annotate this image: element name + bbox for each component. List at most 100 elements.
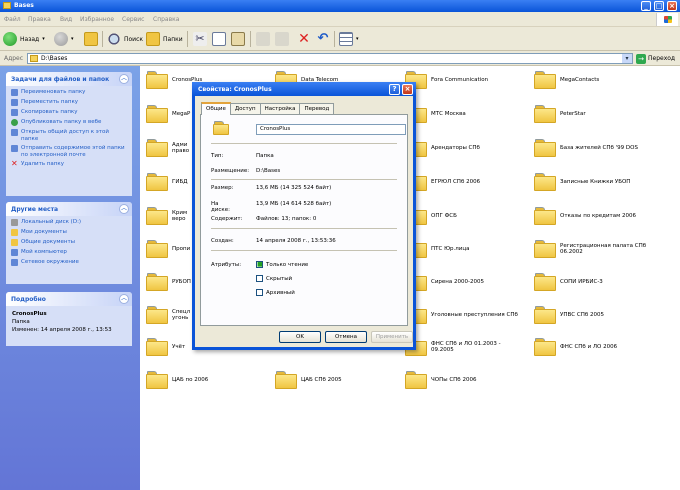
folder-icon <box>146 338 168 356</box>
menu-edit[interactable]: Правка <box>28 16 51 23</box>
folder-item[interactable]: Сирена 2000-2005 <box>405 273 484 291</box>
menu-tools[interactable]: Сервис <box>122 16 144 23</box>
place-local-disk[interactable]: Локальный диск (D:) <box>11 219 127 226</box>
forward-arrow-icon <box>54 32 68 46</box>
menu-view[interactable]: Вид <box>60 16 72 23</box>
forward-button[interactable]: ▾ <box>54 30 74 48</box>
task-publish-web[interactable]: Опубликовать папку в вебе <box>11 119 127 126</box>
menu-help[interactable]: Справка <box>153 16 179 23</box>
readonly-checkbox[interactable]: ■ Только чтение <box>256 261 308 268</box>
network-icon <box>11 259 18 266</box>
folder-name-input[interactable]: CronosPlus <box>256 124 406 135</box>
details-title: Подробно <box>11 296 46 303</box>
details-header[interactable]: Подробно ︿ <box>6 292 132 306</box>
copy-button[interactable] <box>212 30 226 48</box>
task-rename-folder[interactable]: Переименовать папку <box>11 89 127 96</box>
close-button[interactable]: × <box>667 1 677 11</box>
minimize-button[interactable]: _ <box>641 1 651 11</box>
folder-item[interactable]: Fora Communication <box>405 71 488 89</box>
folder-item[interactable]: Отказы по кредитам 2006 <box>534 207 636 225</box>
maximize-button[interactable]: □ <box>654 1 664 11</box>
address-bar: Адрес D:\Bases ▾ → Переход <box>0 51 680 66</box>
folder-item[interactable]: СОПИ ИРБИС-3 <box>534 273 603 291</box>
other-places-header[interactable]: Другие места ︿ <box>6 202 132 216</box>
hidden-checkbox[interactable]: Скрытый <box>256 275 292 282</box>
folder-item[interactable]: База жителей СПб '99 DOS <box>534 139 638 157</box>
ok-button[interactable]: OK <box>279 331 321 343</box>
toolbar: Назад ▾ ▾ Поиск Папки ✂ ✕ ↶ ▾ <box>0 27 680 51</box>
move-to-button[interactable] <box>256 30 270 48</box>
created-label: Создан: <box>211 238 234 244</box>
delete-x-icon: ✕ <box>11 159 18 168</box>
task-pane: Задачи для файлов и папок ︿ Переименоват… <box>0 66 140 490</box>
go-button[interactable]: → Переход <box>636 53 675 64</box>
folder-item[interactable]: ЦАБ по 2006 <box>146 371 208 389</box>
folder-item[interactable]: MegaP <box>146 105 190 123</box>
folder-item[interactable]: ФНС СПб и ЛО 01.2003 - 09.2005 <box>405 338 501 356</box>
folder-icon <box>534 240 556 258</box>
move-icon <box>11 99 18 106</box>
folder-item[interactable]: Спецл угонь <box>146 306 190 324</box>
folders-button[interactable]: Папки <box>146 30 183 48</box>
address-input[interactable]: D:\Bases ▾ <box>27 53 633 64</box>
cut-button[interactable]: ✂ <box>193 30 207 48</box>
cancel-button[interactable]: Отмена <box>325 331 367 343</box>
collapse-icon[interactable]: ︿ <box>119 204 129 214</box>
folder-item[interactable]: MegaContacts <box>534 71 599 89</box>
menu-file[interactable]: Файл <box>4 16 21 23</box>
task-share-folder[interactable]: Открыть общий доступ к этой папке <box>11 129 127 142</box>
search-label: Поиск <box>124 35 144 43</box>
folder-icon <box>534 273 556 291</box>
folder-icon <box>146 273 168 291</box>
folder-item[interactable]: ЧОПы СПб 2006 <box>405 371 476 389</box>
delete-button[interactable]: ✕ <box>297 30 311 48</box>
file-tasks-header[interactable]: Задачи для файлов и папок ︿ <box>6 72 132 86</box>
folder-item[interactable]: ЕГРЮЛ СПб 2006 <box>405 173 480 191</box>
chevron-down-icon[interactable]: ▾ <box>622 54 632 63</box>
folder-item[interactable]: PeterStar <box>534 105 586 123</box>
attributes-label: Атрибуты: <box>211 262 242 268</box>
folder-icon <box>146 71 168 89</box>
place-shared-documents[interactable]: Общие документы <box>11 239 127 246</box>
help-button[interactable]: ? <box>389 84 400 95</box>
collapse-icon[interactable]: ︿ <box>119 294 129 304</box>
search-button[interactable]: Поиск <box>107 30 143 48</box>
dialog-title: Свойства: CronosPlus <box>198 86 272 93</box>
disk-size-label: На диске: <box>211 201 230 213</box>
folder-item[interactable]: РУБОП <box>146 273 191 291</box>
menu-favorites[interactable]: Избранное <box>80 16 114 23</box>
dialog-close-button[interactable]: × <box>402 84 413 95</box>
disk-size-value: 13,9 МБ (14 614 528 байт) <box>256 201 332 207</box>
folder-item[interactable]: Регистрационная палата СПб 06.2002 <box>534 240 646 258</box>
folder-item[interactable]: УПВС СПб 2005 <box>534 306 604 324</box>
paste-button[interactable] <box>231 30 245 48</box>
apply-button[interactable]: Применить <box>371 331 413 343</box>
back-label: Назад <box>20 35 40 43</box>
task-email-folder[interactable]: Отправить содержимое этой папки по элект… <box>11 145 127 158</box>
folder-item[interactable]: Арендаторы СПб <box>405 139 480 157</box>
archive-checkbox[interactable]: Архивный <box>256 289 295 296</box>
folder-item[interactable]: ЦАБ СПб 2005 <box>275 371 342 389</box>
back-button[interactable]: Назад ▾ <box>3 30 45 48</box>
dialog-titlebar[interactable]: Свойства: CronosPlus ? × <box>192 82 416 96</box>
folder-item[interactable]: ФНС СПб и ЛО 2006 <box>534 338 617 356</box>
task-copy-folder[interactable]: Скопировать папку <box>11 109 127 116</box>
folder-item[interactable]: Уголовные преступления СПб <box>405 306 518 324</box>
task-delete-folder[interactable]: ✕ Удалить папку <box>11 159 127 168</box>
collapse-icon[interactable]: ︿ <box>119 74 129 84</box>
folder-item[interactable]: Адми право <box>146 139 189 157</box>
folder-item[interactable]: Крим веро <box>146 207 187 225</box>
folder-item[interactable]: Записные Книжки УБОП <box>534 173 630 191</box>
undo-button[interactable]: ↶ <box>316 30 330 48</box>
up-folder-button[interactable] <box>84 30 98 48</box>
task-move-folder[interactable]: Переместить папку <box>11 99 127 106</box>
copy-to-button[interactable] <box>275 30 289 48</box>
folder-item[interactable]: Учёт <box>146 338 185 356</box>
folder-item[interactable]: Пропи <box>146 240 190 258</box>
views-button[interactable]: ▾ <box>339 30 359 48</box>
tab-general[interactable]: Общие <box>201 102 231 115</box>
place-my-computer[interactable]: Мой компьютер <box>11 249 127 256</box>
place-network[interactable]: Сетевое окружение <box>11 259 127 266</box>
folder-item[interactable]: ГИБД <box>146 173 188 191</box>
place-my-documents[interactable]: Мои документы <box>11 229 127 236</box>
